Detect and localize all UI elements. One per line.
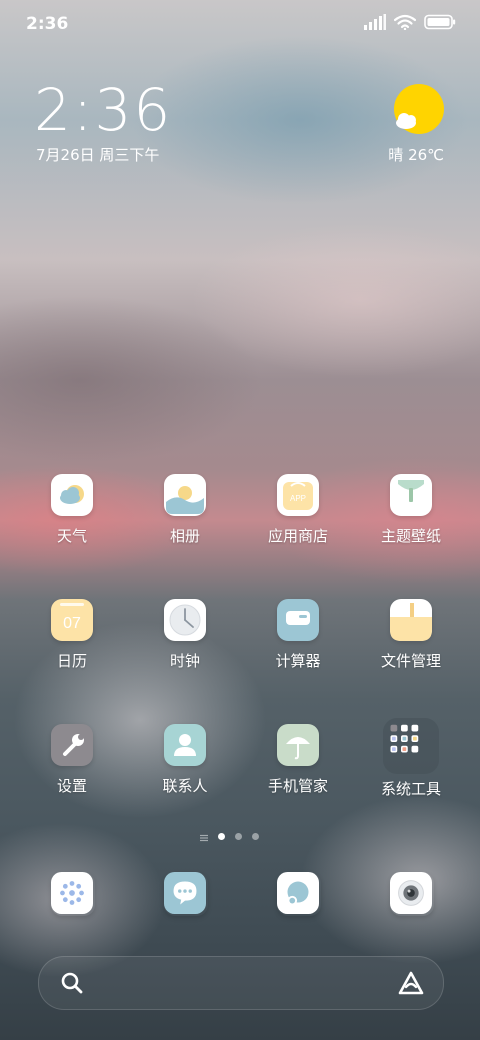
- weather-app-icon: [51, 474, 93, 516]
- app-label: 应用商店: [267, 527, 328, 545]
- app-file-manager[interactable]: 文件管理: [361, 599, 461, 689]
- signal-icon: [364, 14, 386, 34]
- calculator-app-icon: [277, 599, 319, 641]
- app-calculator[interactable]: 计算器: [248, 599, 348, 689]
- search-bar[interactable]: [38, 956, 444, 1010]
- app-label: 天气: [56, 527, 87, 545]
- camera-icon: [390, 872, 434, 916]
- system-tools-folder-icon: [383, 718, 439, 774]
- gallery-app-icon: [164, 474, 206, 516]
- home-feed-indicator-icon: [200, 827, 208, 846]
- phone-dialer-icon: [51, 872, 95, 916]
- app-label: 相册: [169, 527, 200, 545]
- app-label: 时钟: [169, 652, 200, 670]
- contacts-app-icon: [164, 724, 206, 766]
- app-store-icon: APP: [277, 474, 319, 516]
- sunny-cloud-icon: [392, 84, 444, 136]
- page-indicator[interactable]: [200, 830, 259, 842]
- app-security[interactable]: 手机管家: [248, 724, 348, 814]
- calendar-icon-text: 07: [63, 615, 81, 632]
- settings-app-icon: [51, 724, 93, 766]
- app-label: 日历: [56, 652, 87, 670]
- app-label: 联系人: [162, 777, 208, 795]
- app-gallery[interactable]: 相册: [135, 474, 235, 564]
- battery-icon: [424, 14, 456, 34]
- app-settings[interactable]: 设置: [22, 724, 122, 814]
- app-label: 手机管家: [267, 777, 328, 795]
- app-system-tools-folder[interactable]: 系统工具: [361, 718, 461, 808]
- messages-icon: [164, 872, 208, 916]
- app-clock[interactable]: 时钟: [135, 599, 235, 689]
- page-dot: [252, 832, 259, 840]
- dock-camera[interactable]: [390, 872, 434, 916]
- app-themes[interactable]: 主题壁纸: [361, 474, 461, 564]
- clock-widget-time[interactable]: 2:36: [34, 78, 172, 142]
- assistant-icon[interactable]: [397, 970, 425, 996]
- app-label: 文件管理: [380, 652, 441, 670]
- status-icons: [364, 14, 456, 34]
- app-contacts[interactable]: 联系人: [135, 724, 235, 814]
- page-dot-active: [218, 832, 225, 840]
- themes-app-icon: [390, 474, 432, 516]
- file-manager-icon: [390, 599, 432, 641]
- status-bar: 2:36: [0, 0, 480, 50]
- browser-icon: [277, 872, 321, 916]
- dock-messages[interactable]: [164, 872, 208, 916]
- dock-browser[interactable]: [277, 872, 321, 916]
- weather-text: 晴 26℃: [388, 146, 444, 164]
- app-label: 主题壁纸: [380, 527, 441, 545]
- weather-widget[interactable]: 晴 26℃: [364, 84, 444, 174]
- app-label: 设置: [56, 777, 87, 795]
- app-weather[interactable]: 天气: [22, 474, 122, 564]
- search-icon[interactable]: [61, 972, 83, 994]
- calendar-app-icon: 07: [51, 599, 93, 641]
- dock-phone[interactable]: [51, 872, 95, 916]
- app-app-store[interactable]: APP 应用商店: [248, 474, 348, 564]
- wifi-icon: [393, 14, 417, 34]
- app-label: 系统工具: [380, 780, 441, 798]
- clock-widget-date: 7月26日 周三下午: [36, 146, 160, 164]
- security-app-icon: [277, 724, 319, 766]
- page-dot: [235, 832, 242, 840]
- status-time: 2:36: [26, 14, 69, 34]
- app-calendar[interactable]: 07 日历: [22, 599, 122, 689]
- clock-app-icon: [164, 599, 206, 641]
- app-label: 计算器: [275, 652, 321, 670]
- app-store-icon-text: APP: [290, 494, 306, 503]
